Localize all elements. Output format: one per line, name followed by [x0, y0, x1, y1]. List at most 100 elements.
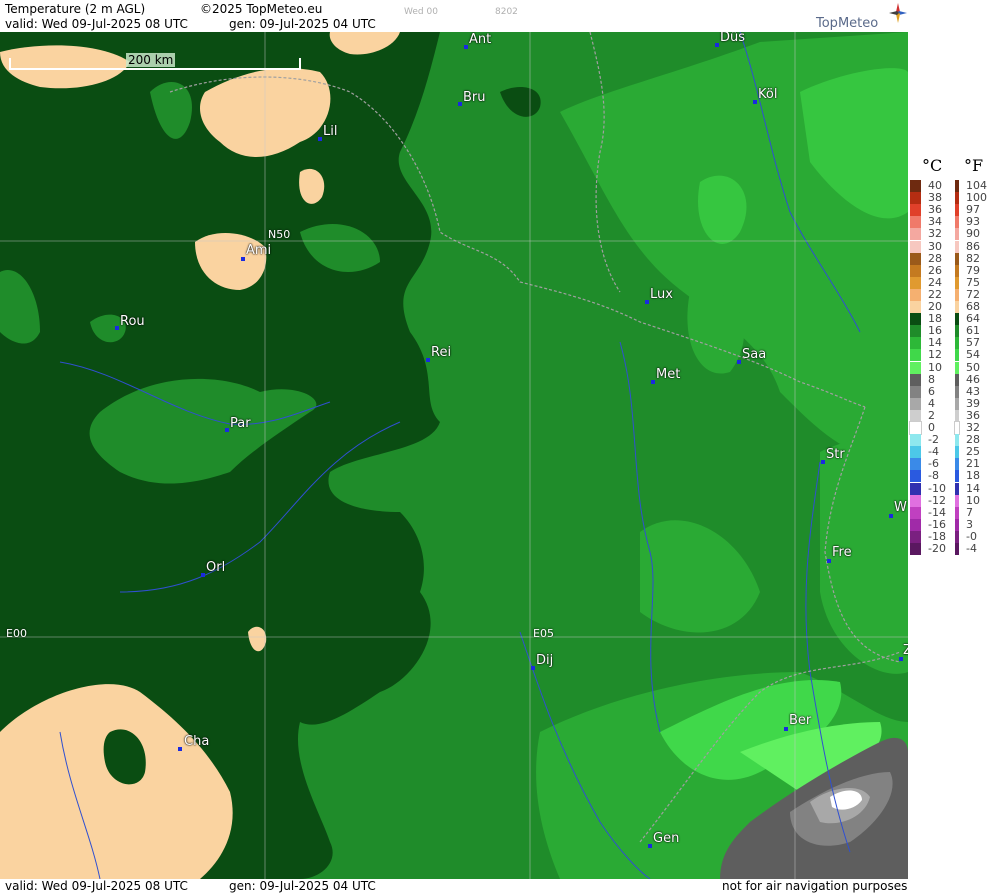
- legend-swatch: [910, 240, 921, 253]
- legend-celsius-value: 4: [928, 396, 935, 410]
- city-label-cha[interactable]: Cha: [184, 735, 209, 749]
- legend-swatch: [910, 506, 921, 519]
- legend-swatch: [955, 482, 959, 495]
- legend-swatch: [910, 518, 921, 531]
- legend-swatch: [910, 409, 921, 422]
- legend-swatch: [955, 180, 959, 192]
- legend-swatch: [954, 421, 960, 435]
- city-marker: [178, 747, 182, 751]
- valid-time: valid: Wed 09-Jul-2025 08 UTC: [5, 17, 188, 31]
- legend-swatch: [955, 288, 959, 301]
- legend-swatch: [955, 325, 959, 338]
- city-marker: [651, 380, 655, 384]
- legend-swatch: [910, 434, 921, 447]
- legend-swatch: [955, 506, 959, 519]
- city-label-lil[interactable]: Lil: [323, 125, 337, 139]
- legend-swatch: [955, 252, 959, 265]
- city-marker: [531, 666, 535, 670]
- city-marker: [648, 844, 652, 848]
- city-marker: [241, 257, 245, 261]
- city-marker: [115, 326, 119, 330]
- city-marker: [201, 573, 205, 577]
- city-marker: [784, 727, 788, 731]
- city-label-ami[interactable]: Ami: [246, 244, 271, 258]
- legend-swatch: [955, 409, 959, 422]
- legend-celsius-value: 12: [928, 348, 942, 362]
- city-label-str[interactable]: Str: [826, 448, 845, 462]
- city-marker: [753, 100, 757, 104]
- legend-swatch: [909, 421, 922, 435]
- city-label-gen[interactable]: Gen: [653, 832, 679, 846]
- legend-swatch: [910, 276, 921, 289]
- legend-fahrenheit-value: 7: [966, 505, 973, 519]
- legend-swatch: [910, 325, 921, 338]
- disclaimer: not for air navigation purposes: [722, 879, 908, 893]
- legend-celsius-value: 30: [928, 239, 942, 253]
- legend-swatch: [910, 349, 921, 362]
- legend-swatch: [910, 458, 921, 471]
- city-label-met[interactable]: Met: [656, 368, 680, 382]
- legend-swatch: [910, 313, 921, 326]
- legend-swatch: [910, 470, 921, 483]
- topmeteo-logo-text[interactable]: TopMeteo: [816, 16, 878, 31]
- city-marker: [318, 137, 322, 141]
- legend-swatch: [910, 228, 921, 241]
- legend-swatch: [955, 337, 959, 350]
- city-label-w[interactable]: W: [894, 501, 907, 515]
- legend-swatch: [910, 361, 921, 374]
- legend-swatch: [910, 494, 921, 507]
- grid-label-e05: E05: [533, 627, 554, 640]
- legend-swatch: [910, 397, 921, 410]
- legend-swatch: [955, 228, 959, 241]
- legend-swatch: [910, 530, 921, 543]
- legend-swatch: [910, 446, 921, 459]
- legend-swatch: [955, 216, 959, 229]
- city-label-dus[interactable]: Düs: [720, 32, 745, 45]
- legend-swatch: [910, 204, 921, 217]
- legend-celsius-value: -10: [928, 481, 946, 495]
- legend-swatch: [955, 192, 959, 205]
- legend-fahrenheit-value: 75: [966, 275, 980, 289]
- legend-swatch: [955, 530, 959, 543]
- city-label-dij[interactable]: Dij: [536, 654, 553, 668]
- city-label-bru[interactable]: Bru: [463, 91, 486, 105]
- city-label-kol[interactable]: Köl: [758, 88, 777, 102]
- copyright: ©2025 TopMeteo.eu: [200, 2, 323, 16]
- legend-fahrenheit-value: 39: [966, 396, 980, 410]
- legend-swatch: [910, 180, 921, 192]
- city-label-rei[interactable]: Rei: [431, 346, 451, 360]
- legend-swatch: [955, 276, 959, 289]
- temperature-map[interactable]: 200 km N50 E00 E05 Ant Düs Bru Köl Lil A…: [0, 32, 908, 879]
- legend-swatch: [910, 252, 921, 265]
- city-marker: [426, 358, 430, 362]
- city-label-ber[interactable]: Ber: [789, 714, 811, 728]
- generated-time: gen: 09-Jul-2025 04 UTC: [229, 17, 376, 31]
- legend-celsius-value: 28: [928, 251, 942, 265]
- city-label-orl[interactable]: Orl: [206, 561, 225, 575]
- city-label-ant[interactable]: Ant: [469, 33, 491, 47]
- legend-swatch: [955, 313, 959, 326]
- map-footer: valid: Wed 09-Jul-2025 08 UTC gen: 09-Ju…: [0, 879, 1000, 893]
- city-label-saa[interactable]: Saa: [742, 348, 766, 362]
- city-marker: [464, 45, 468, 49]
- legend-fahrenheit-value: 50: [966, 360, 980, 374]
- grid-label-e00: E00: [6, 627, 27, 640]
- city-label-lux[interactable]: Lux: [650, 288, 673, 302]
- legend-swatch: [910, 216, 921, 229]
- legend-fahrenheit-value: 10: [966, 493, 980, 507]
- city-marker: [458, 102, 462, 106]
- legend-fahrenheit-value: 86: [966, 239, 980, 253]
- legend-fahrenheit-value: 3: [966, 517, 973, 531]
- legend-swatch: [910, 482, 921, 495]
- legend-celsius-value: 24: [928, 275, 942, 289]
- legend-swatch: [955, 518, 959, 531]
- legend-swatch: [910, 288, 921, 301]
- legend-celsius-value: -16: [928, 517, 946, 531]
- city-label-rou[interactable]: Rou: [120, 315, 145, 329]
- city-label-par[interactable]: Par: [230, 417, 251, 431]
- legend-fahrenheit-value: 54: [966, 348, 980, 362]
- map-header: Temperature (2 m AGL) ©2025 TopMeteo.eu …: [0, 0, 908, 32]
- legend-celsius-value: 10: [928, 360, 942, 374]
- city-label-fre[interactable]: Fre: [832, 546, 852, 560]
- footer-generated-time: gen: 09-Jul-2025 04 UTC: [229, 879, 376, 893]
